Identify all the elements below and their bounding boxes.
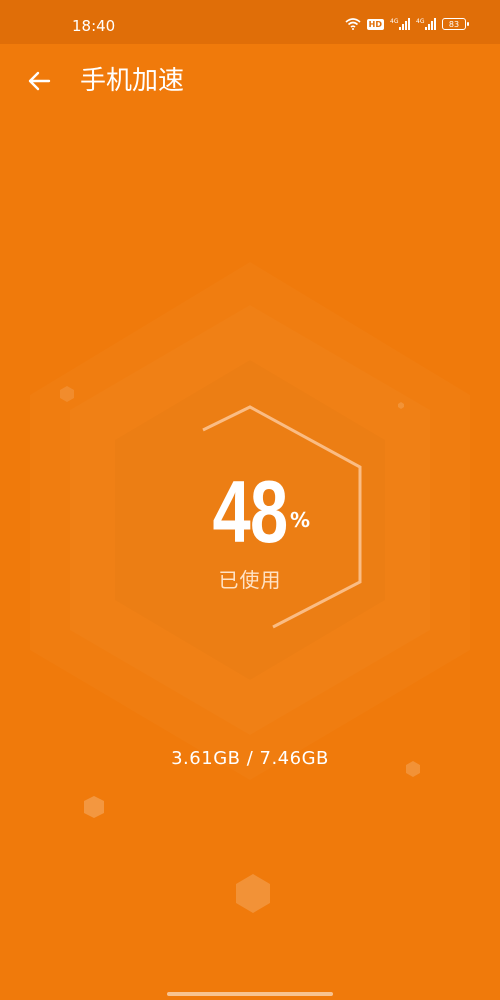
used-label: 已使用 <box>218 568 282 592</box>
home-indicator[interactable] <box>167 992 333 996</box>
memory-percent-sign: % <box>290 508 311 532</box>
hex-particle <box>236 874 270 913</box>
memory-percent-value: 48 <box>212 462 289 561</box>
hex-particle <box>84 796 104 818</box>
memory-percent-display: 48 % <box>0 468 500 556</box>
memory-usage-text: 3.61GB / 7.46GB <box>171 748 329 769</box>
